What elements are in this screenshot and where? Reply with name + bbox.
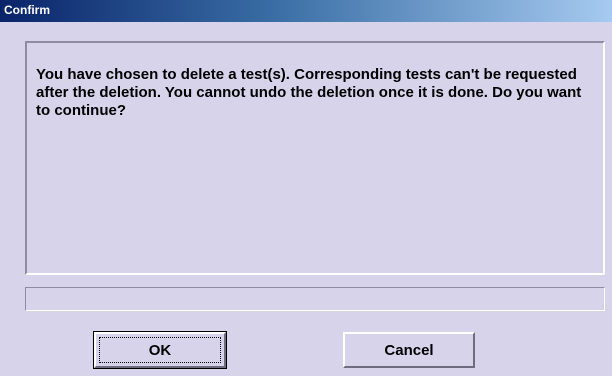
message-panel: You have chosen to delete a test(s). Cor…: [25, 41, 605, 275]
ok-button-label: OK: [148, 341, 172, 359]
ok-button[interactable]: OK: [93, 331, 227, 369]
confirmation-message: You have chosen to delete a test(s). Cor…: [36, 66, 582, 119]
window-title: Confirm: [4, 3, 50, 17]
cancel-button-label: Cancel: [384, 341, 434, 359]
confirm-dialog: Confirm You have chosen to delete a test…: [0, 0, 612, 376]
cancel-button[interactable]: Cancel: [343, 332, 475, 368]
title-bar[interactable]: Confirm: [0, 0, 612, 22]
status-field: [25, 287, 605, 311]
